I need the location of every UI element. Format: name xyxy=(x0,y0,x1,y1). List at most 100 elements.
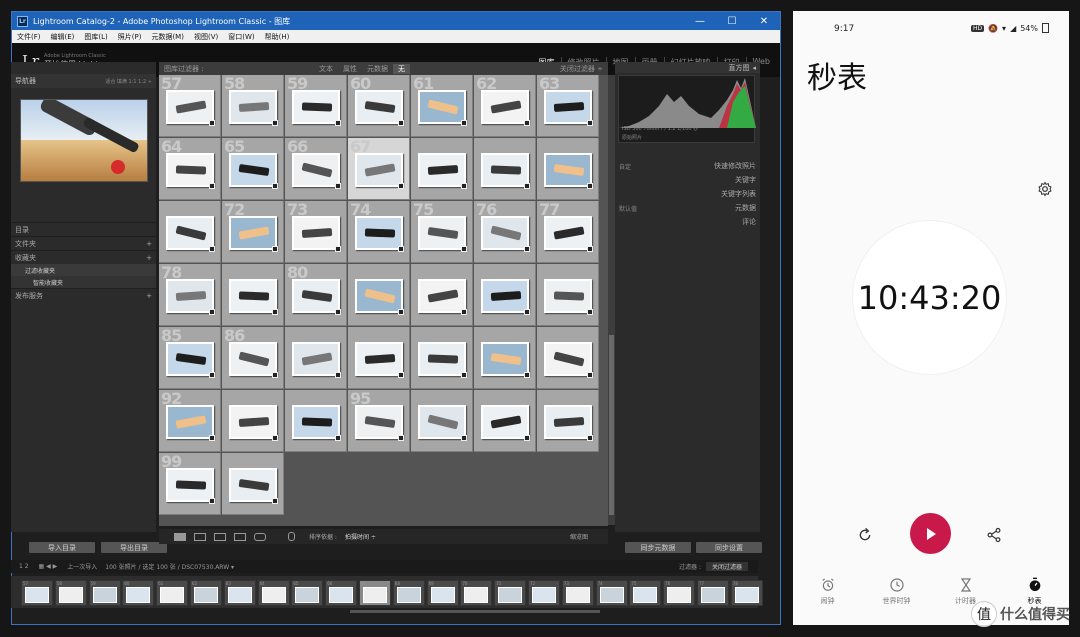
scroll-thumb[interactable] xyxy=(609,335,614,515)
grid-cell[interactable] xyxy=(411,264,473,326)
menu-window[interactable]: 窗口(W) xyxy=(223,32,259,42)
photo-thumbnail[interactable] xyxy=(418,342,466,376)
filmstrip-cell[interactable]: 58 xyxy=(54,580,87,606)
photo-thumbnail[interactable] xyxy=(418,90,466,124)
grid-cell[interactable]: 59 xyxy=(285,74,347,137)
photo-thumbnail[interactable] xyxy=(166,279,214,313)
filmstrip-cell[interactable]: 59 xyxy=(88,580,121,606)
grid-cell[interactable] xyxy=(474,327,536,389)
source-label[interactable]: 上一次导入 xyxy=(67,562,97,571)
page-switcher[interactable]: 1 2 xyxy=(19,563,29,570)
menu-help[interactable]: 帮助(H) xyxy=(260,32,295,42)
grid-cell[interactable]: 64 xyxy=(159,137,221,200)
loupe-view-icon[interactable] xyxy=(194,532,206,541)
filmstrip-cell[interactable]: 64 xyxy=(257,580,290,606)
navigator-preview[interactable] xyxy=(20,99,148,182)
photo-thumbnail[interactable] xyxy=(229,216,277,250)
close-button[interactable]: ✕ xyxy=(748,12,780,30)
grid-cell[interactable] xyxy=(537,138,599,200)
grid-nav-icon[interactable]: ▦ ◀ ▶ xyxy=(39,563,58,570)
people-view-icon[interactable] xyxy=(254,532,266,541)
grid-cell[interactable]: 63 xyxy=(537,74,599,137)
thumbnail-size-label[interactable]: 缩览图 xyxy=(570,532,588,541)
add-folder-icon[interactable]: + xyxy=(146,240,152,248)
photo-thumbnail[interactable] xyxy=(418,153,466,187)
photo-thumbnail[interactable] xyxy=(418,216,466,250)
grid-cell[interactable] xyxy=(474,264,536,326)
filmstrip-cell[interactable]: 62 xyxy=(190,580,222,606)
filmstrip-cell[interactable]: 70 xyxy=(460,580,493,606)
grid-cell[interactable]: 85 xyxy=(159,326,221,389)
settings-gear-icon[interactable] xyxy=(1037,181,1053,197)
filmstrip-cell[interactable]: 61 xyxy=(156,580,189,606)
minimize-button[interactable]: — xyxy=(684,12,716,30)
grid-cell[interactable] xyxy=(411,390,473,452)
grid-cell[interactable]: 78 xyxy=(159,263,221,326)
filmstrip-cell[interactable]: 74 xyxy=(595,580,628,606)
photo-thumbnail[interactable] xyxy=(481,405,529,439)
photo-thumbnail[interactable] xyxy=(166,405,214,439)
photo-thumbnail[interactable] xyxy=(481,153,529,187)
grid-cell[interactable]: 77 xyxy=(537,200,599,263)
filmstrip-cell[interactable]: 68 xyxy=(392,580,425,606)
folders-section[interactable]: 文件夹 + xyxy=(11,236,156,250)
photo-thumbnail[interactable] xyxy=(544,216,592,250)
photo-thumbnail[interactable] xyxy=(355,90,403,124)
filmstrip-cell[interactable]: 73 xyxy=(561,580,594,606)
maximize-button[interactable]: ☐ xyxy=(716,12,748,30)
grid-cell[interactable]: 86 xyxy=(222,326,284,389)
photo-thumbnail[interactable] xyxy=(544,153,592,187)
catalog-section[interactable]: 目录 xyxy=(11,222,156,236)
filmstrip-cell[interactable]: 72 xyxy=(528,580,560,606)
nav-world-clock[interactable]: 世界时钟 xyxy=(862,571,931,621)
metadata-section[interactable]: 默认值 元数据 xyxy=(615,201,760,215)
grid-cell[interactable] xyxy=(537,327,599,389)
filmstrip-cell[interactable]: 71 xyxy=(494,580,527,606)
sync-settings-button[interactable]: 同步设置 xyxy=(696,542,762,553)
photo-thumbnail[interactable] xyxy=(355,153,403,187)
grid-cell[interactable]: 73 xyxy=(285,200,347,263)
photo-thumbnail[interactable] xyxy=(418,405,466,439)
photo-thumbnail[interactable] xyxy=(229,468,277,502)
photo-thumbnail[interactable] xyxy=(481,216,529,250)
grid-cell[interactable]: 76 xyxy=(474,200,536,263)
grid-cell[interactable]: 62 xyxy=(474,74,536,137)
grid-cell[interactable] xyxy=(159,201,221,263)
photo-thumbnail[interactable] xyxy=(292,216,340,250)
grid-cell[interactable]: 65 xyxy=(222,137,284,200)
filmstrip-cell[interactable]: 63 xyxy=(223,580,256,606)
histogram-header[interactable]: 直方图 ◂ xyxy=(615,62,760,73)
painter-icon[interactable] xyxy=(288,532,295,541)
keyword-list-section[interactable]: 关键字列表 xyxy=(615,187,760,201)
collections-section[interactable]: 收藏夹 + xyxy=(11,250,156,264)
grid-cell[interactable]: 80 xyxy=(285,263,347,326)
grid-cell[interactable]: 67 xyxy=(348,137,410,200)
comments-section[interactable]: 评论 xyxy=(615,215,760,229)
start-button[interactable] xyxy=(910,513,951,554)
photo-thumbnail[interactable] xyxy=(292,90,340,124)
grid-scrollbar[interactable] xyxy=(608,75,615,525)
sync-metadata-button[interactable]: 同步元数据 xyxy=(625,542,691,553)
grid-cell[interactable] xyxy=(537,390,599,452)
grid-cell[interactable]: 95 xyxy=(348,389,410,452)
filmstrip-scrollbar[interactable] xyxy=(350,610,600,613)
grid-cell[interactable]: 61 xyxy=(411,74,473,137)
grid-cell[interactable] xyxy=(411,327,473,389)
photo-thumbnail[interactable] xyxy=(481,279,529,313)
export-button[interactable]: 导出目录 xyxy=(101,542,167,553)
grid-cell[interactable] xyxy=(411,138,473,200)
reset-icon[interactable] xyxy=(857,527,873,543)
collection-item-filter[interactable]: 过滤收藏夹 xyxy=(11,264,156,276)
grid-cell[interactable] xyxy=(474,390,536,452)
photo-thumbnail[interactable] xyxy=(544,279,592,313)
photo-thumbnail[interactable] xyxy=(544,405,592,439)
photo-thumbnail[interactable] xyxy=(355,279,403,313)
photo-thumbnail[interactable] xyxy=(544,90,592,124)
photo-thumbnail[interactable] xyxy=(544,342,592,376)
compare-view-icon[interactable] xyxy=(214,532,226,541)
filter-tab-text[interactable]: 文本 xyxy=(314,64,338,74)
photo-thumbnail[interactable] xyxy=(292,342,340,376)
menu-edit[interactable]: 编辑(E) xyxy=(46,32,80,42)
menu-metadata[interactable]: 元数据(M) xyxy=(146,32,189,42)
grid-cell[interactable] xyxy=(222,453,284,515)
